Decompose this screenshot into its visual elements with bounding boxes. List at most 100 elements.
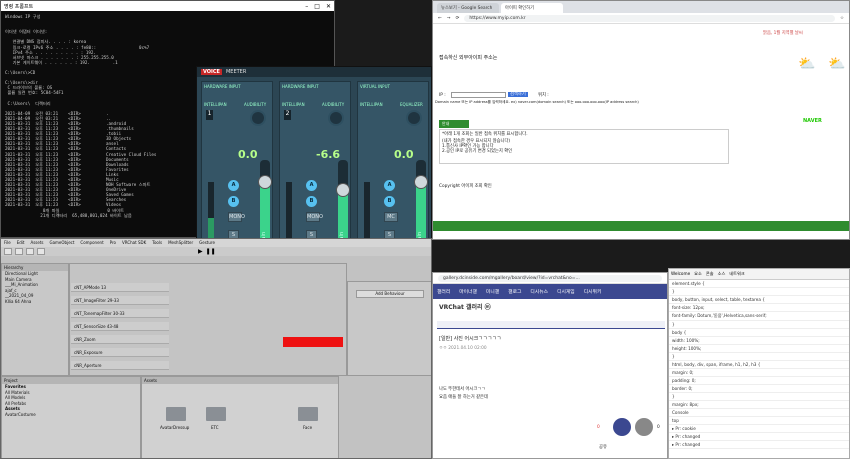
devtools-tab[interactable]: 소스 bbox=[718, 271, 726, 277]
devtools-tab[interactable]: 콘솔 bbox=[706, 271, 714, 277]
animator-state-row[interactable]: cNR_Aperture bbox=[71, 361, 169, 370]
nav-item[interactable]: 디시게임 bbox=[557, 288, 575, 295]
bus-b-button[interactable]: B bbox=[306, 196, 317, 207]
mono-button[interactable]: MC bbox=[384, 212, 398, 222]
devtools-tab[interactable]: 요소 bbox=[694, 271, 702, 277]
maximize-icon[interactable]: □ bbox=[314, 3, 320, 10]
hierarchy-item[interactable]: KIlia 64 Ahna bbox=[2, 299, 68, 305]
nav-item[interactable]: 디시위키 bbox=[584, 288, 602, 295]
ip-input[interactable] bbox=[451, 92, 506, 98]
scale-tool-button[interactable] bbox=[37, 248, 45, 255]
project-title: Project bbox=[2, 377, 140, 384]
menu-item[interactable]: Pro bbox=[110, 240, 116, 246]
nav-item[interactable]: 마이너갤 bbox=[459, 288, 477, 295]
nav-item[interactable]: 갤러리 bbox=[437, 288, 450, 295]
menu-item[interactable]: GameObject bbox=[49, 240, 74, 246]
strip-number: 1 bbox=[206, 110, 213, 120]
nav-item[interactable]: 디시뉴스 bbox=[530, 288, 548, 295]
nav-item[interactable]: 갤로그 bbox=[508, 288, 521, 295]
play-icon[interactable]: ▶ bbox=[198, 248, 203, 255]
browser-window-myip[interactable]: 뉴스보기 - Google Search 아이피 확인하기 ← → ⟳ http… bbox=[432, 0, 850, 240]
css-rule-line: ▸ Pr: changed bbox=[669, 441, 849, 449]
hierarchy-panel[interactable]: Hierarchy Directional Light Main Camera __… bbox=[1, 263, 69, 376]
devtools-panel[interactable]: Welcome 요소 콘솔 소스 네트워크 element.style {} body, … bbox=[668, 268, 850, 459]
minimize-icon[interactable]: – bbox=[305, 3, 308, 10]
folder-icon[interactable] bbox=[298, 407, 318, 421]
tab-myip[interactable]: 아이피 확인하기 bbox=[501, 3, 563, 13]
project-panel[interactable]: Project Favorites All Materials All Model… bbox=[1, 376, 141, 458]
browser-window-dcinside[interactable]: gallery.dcinside.com/mgallery/board/view… bbox=[432, 272, 668, 459]
audibility-knob[interactable] bbox=[328, 110, 344, 126]
category-bar[interactable] bbox=[437, 321, 665, 329]
downvote-button[interactable] bbox=[635, 418, 653, 436]
star-icon[interactable]: ☆ bbox=[840, 16, 844, 21]
fader-thumb[interactable] bbox=[258, 175, 272, 189]
menu-item[interactable]: Assets bbox=[30, 240, 43, 246]
animator-state-row[interactable]: cNR_Zoom bbox=[71, 335, 169, 344]
fader-thumb[interactable] bbox=[336, 183, 350, 197]
copyright-text: Copyright 아이피 조회 확인 bbox=[439, 184, 492, 189]
audibility-knob[interactable] bbox=[250, 110, 266, 126]
cmd-title-bar[interactable]: 명령 프롬프트 – □ ✕ bbox=[1, 1, 334, 11]
gain-readout: 0.0 bbox=[238, 148, 258, 161]
share-button[interactable]: 공유 bbox=[599, 445, 607, 450]
css-rule-line: ▸ Pr: cookie bbox=[669, 425, 849, 433]
unity-editor-window[interactable]: File Edit Assets GameObject Component Pro VRCh… bbox=[0, 238, 432, 459]
bus-b-button[interactable]: B bbox=[228, 196, 239, 207]
bus-b-button[interactable]: B bbox=[384, 196, 395, 207]
animator-state-row[interactable]: cNT_ImageFilter 29-33 bbox=[71, 296, 169, 305]
menu-item[interactable]: File bbox=[4, 240, 11, 246]
animator-state-row[interactable]: cNT_TonemapFilter 30-33 bbox=[71, 309, 169, 318]
tab-google[interactable]: 뉴스보기 - Google Search bbox=[437, 3, 499, 13]
hand-tool-button[interactable] bbox=[4, 248, 12, 255]
menu-item[interactable]: VRChat SDK bbox=[122, 240, 146, 246]
animator-state-row[interactable]: cNR_Exposure bbox=[71, 348, 169, 357]
back-icon[interactable]: ← bbox=[438, 16, 442, 21]
forward-icon[interactable]: → bbox=[447, 16, 451, 21]
post-title: [일반] 사진 어시크ㄱㄱㄱㄱㄱ bbox=[439, 336, 502, 342]
animator-state-row[interactable]: cNT_APMode 13 bbox=[71, 283, 169, 292]
css-rule-line: margin: 8px; bbox=[669, 401, 849, 409]
folder-icon[interactable] bbox=[206, 407, 226, 421]
address-bar-2[interactable]: gallery.dcinside.com/mgallery/board/view… bbox=[438, 274, 662, 282]
nav-item[interactable]: 미니갤 bbox=[486, 288, 499, 295]
devtools-tab[interactable]: Welcome bbox=[671, 271, 690, 277]
css-rule-line: html, body, div, span, iframe, h1, h2, h… bbox=[669, 361, 849, 369]
menu-item[interactable]: Gesture bbox=[199, 240, 215, 246]
mono-button[interactable]: MONO bbox=[228, 212, 245, 222]
animator-panel[interactable] bbox=[69, 263, 347, 376]
bus-a-button[interactable]: A bbox=[384, 180, 395, 191]
menu-item[interactable]: Edit bbox=[17, 240, 25, 246]
menu-item[interactable]: MeshSplitter bbox=[168, 240, 193, 246]
menu-item[interactable]: Tools bbox=[152, 240, 162, 246]
address-bar[interactable]: https://www.myip.com.kr bbox=[464, 14, 835, 22]
css-rule-line: top bbox=[669, 417, 849, 425]
folder-icon[interactable] bbox=[166, 407, 186, 421]
info-line: *아래 1개 조회는 일반 접속 위치를 표시합니다. bbox=[442, 132, 528, 137]
strip-label: HARDWARE INPUT bbox=[282, 84, 319, 89]
move-tool-button[interactable] bbox=[15, 248, 23, 255]
audibility-knob[interactable] bbox=[406, 110, 422, 126]
css-rule-line: } bbox=[669, 353, 849, 361]
devtools-tab[interactable]: 네트워크 bbox=[729, 271, 744, 277]
rotate-tool-button[interactable] bbox=[26, 248, 34, 255]
inspector-panel[interactable]: Add Behaviour bbox=[347, 281, 431, 376]
gallery-title[interactable]: VRChat 갤러리 ⓜ bbox=[439, 305, 491, 311]
search-button[interactable]: 검색하기 bbox=[508, 92, 528, 97]
upvote-button[interactable] bbox=[613, 418, 631, 436]
reload-icon[interactable]: ⟳ bbox=[456, 16, 460, 21]
post-body-line: 요즘 애들 잘 하는거 같은데 bbox=[439, 395, 488, 400]
css-rule-line: font-family: Dotum,'돋움',Helvetica,sans-s… bbox=[669, 312, 849, 321]
add-behaviour-button[interactable]: Add Behaviour bbox=[356, 290, 424, 298]
close-icon[interactable]: ✕ bbox=[326, 3, 331, 10]
bus-a-button[interactable]: A bbox=[306, 180, 317, 191]
downvote-count: 0 bbox=[657, 425, 660, 430]
assets-tree-item[interactable]: AvatarCostume bbox=[2, 412, 140, 418]
menu-item[interactable]: Component bbox=[80, 240, 103, 246]
fader-thumb[interactable] bbox=[414, 175, 428, 189]
location-label: 위치 : bbox=[538, 93, 549, 98]
pause-icon[interactable]: ❚❚ bbox=[206, 248, 216, 255]
bus-a-button[interactable]: A bbox=[228, 180, 239, 191]
animator-state-row[interactable]: cNT_SensorSize 43-48 bbox=[71, 322, 169, 331]
mono-button[interactable]: MONO bbox=[306, 212, 323, 222]
